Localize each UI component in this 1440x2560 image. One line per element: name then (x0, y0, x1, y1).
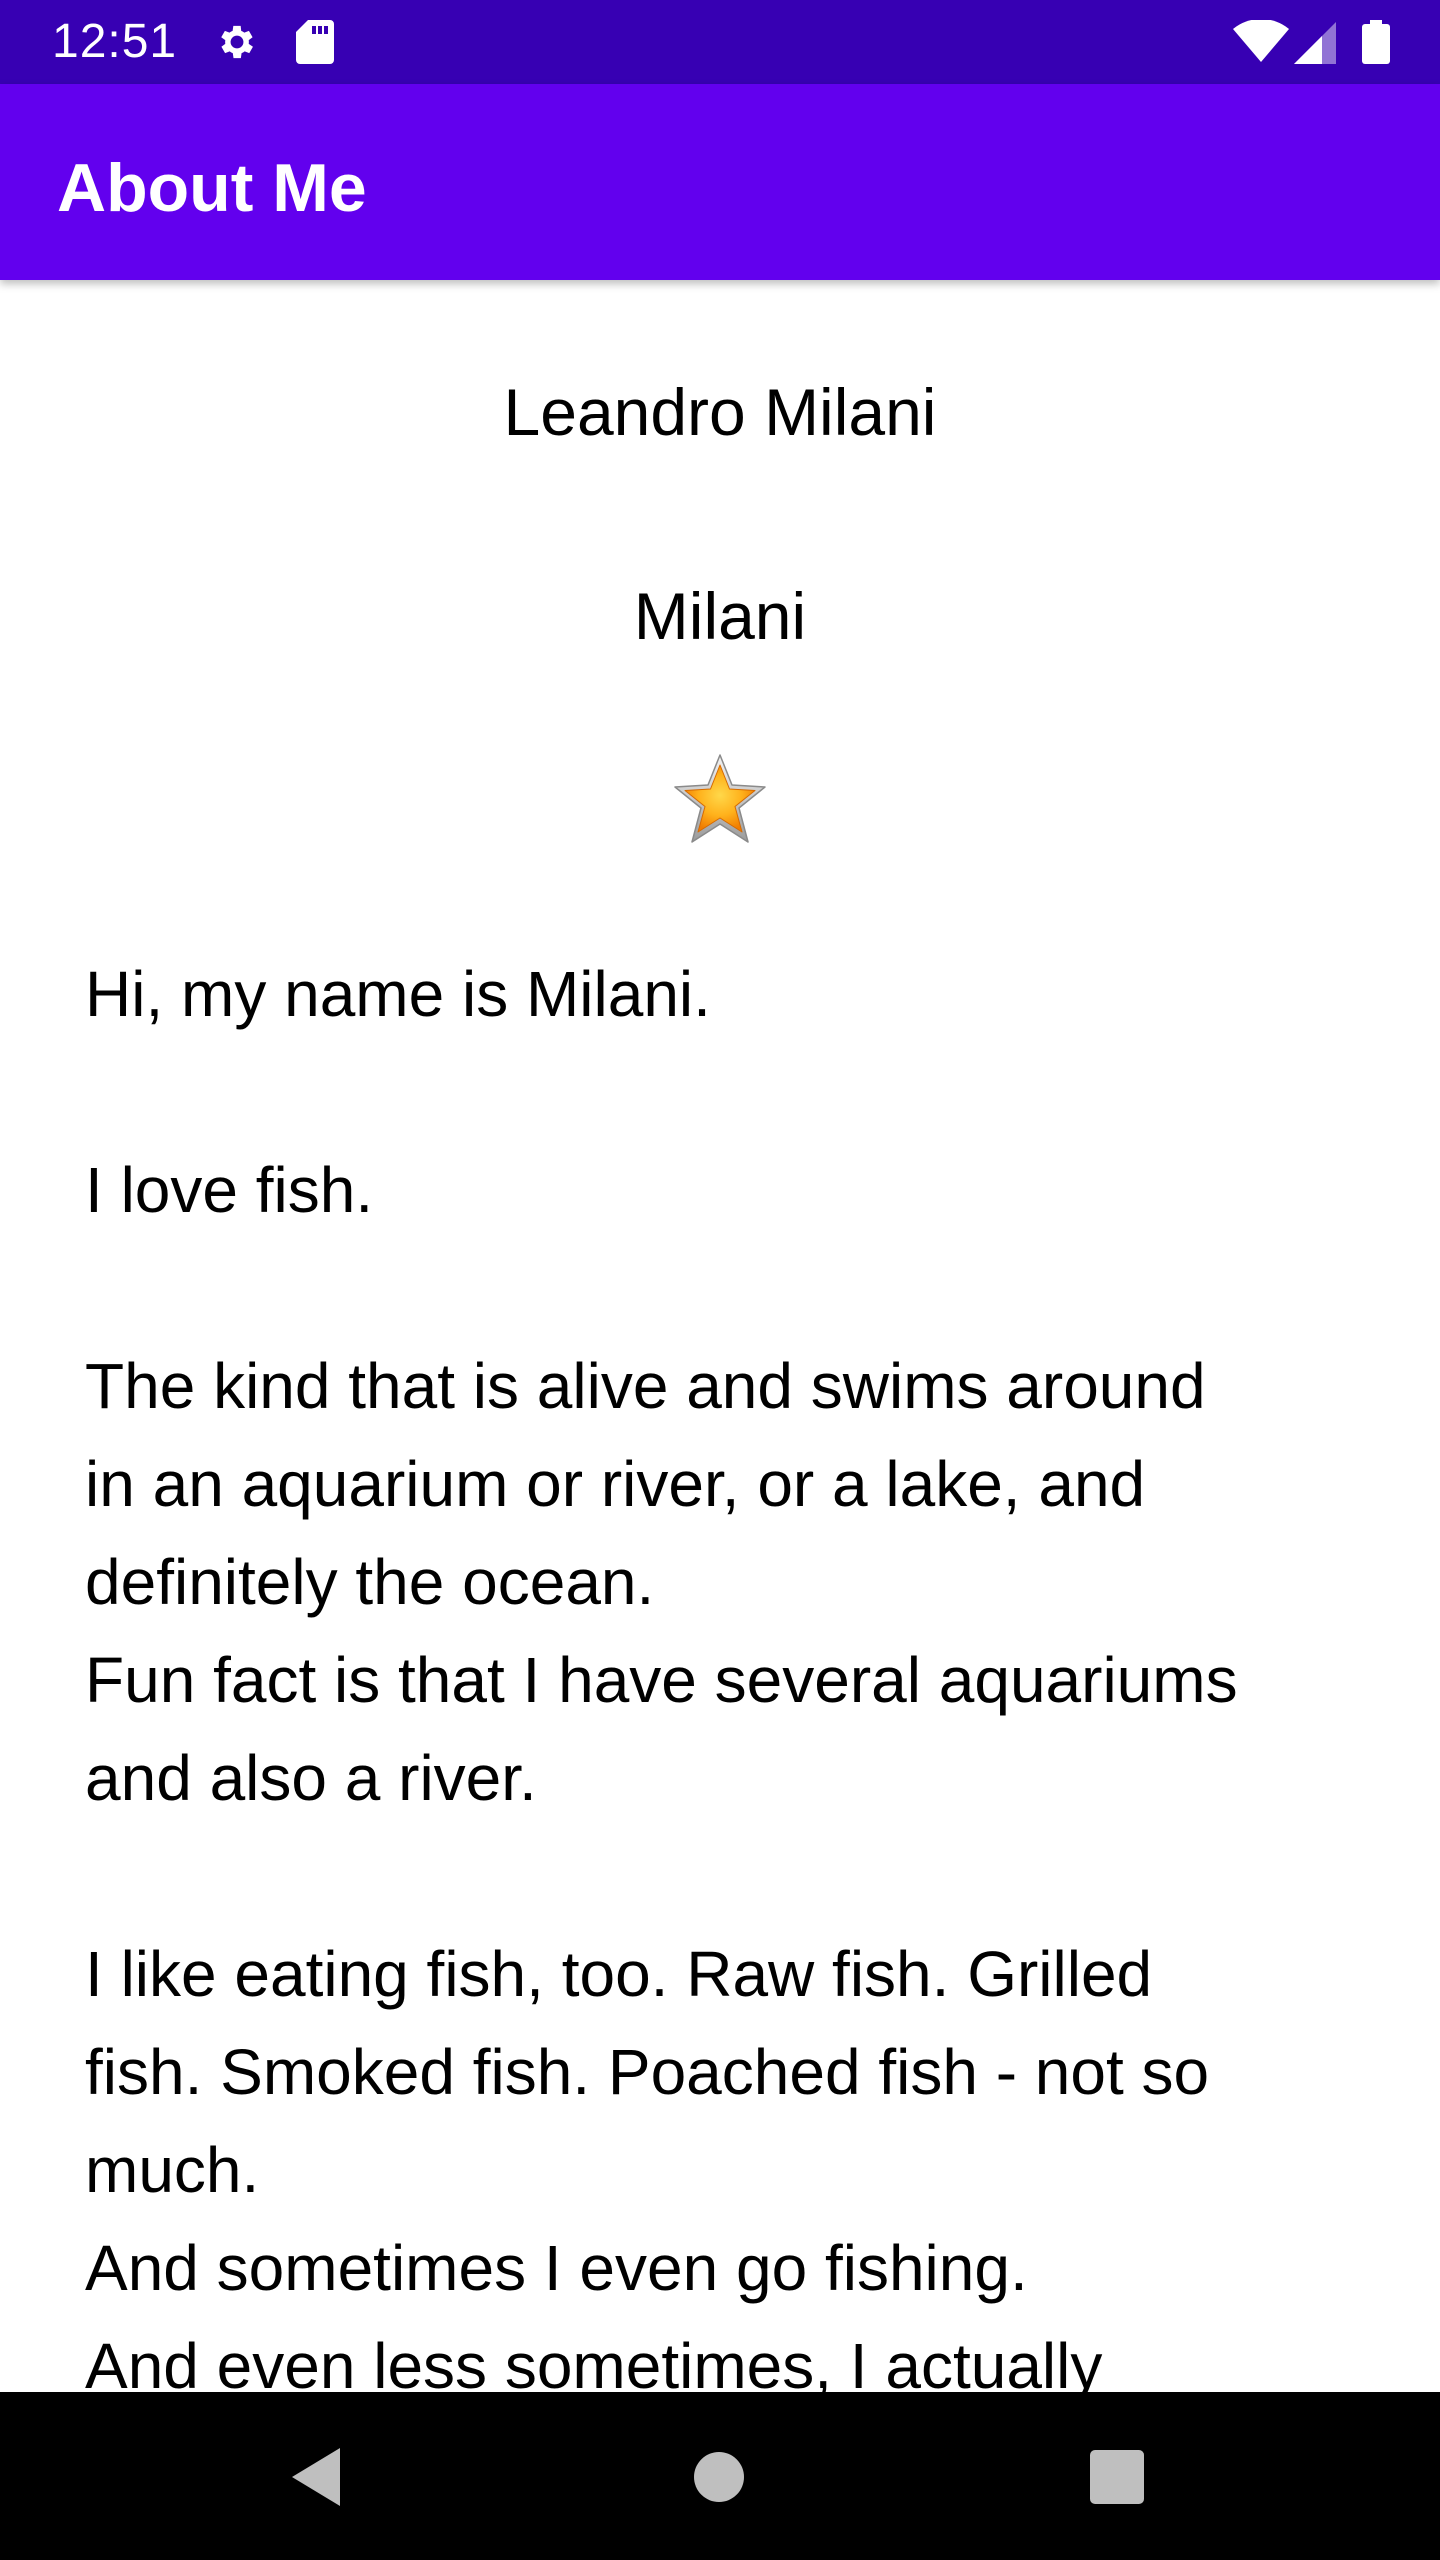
bio-line: much. (85, 2134, 260, 2206)
bio-line: in an aquarium or river, or a lake, and (85, 1448, 1146, 1520)
cell-signal-icon (1292, 20, 1338, 64)
battery-icon (1362, 20, 1390, 64)
bio-line (85, 1043, 1375, 1141)
app-bar: About Me (0, 84, 1440, 280)
bio-line (85, 1827, 1375, 1925)
nickname-text[interactable]: Milani (0, 576, 1440, 656)
status-bar: 12:51 (0, 0, 1440, 84)
bio-line: And sometimes I even go fishing. (85, 2232, 1028, 2304)
name-text: Leandro Milani (503, 375, 937, 449)
bio-line: Fun fact is that I have several aquarium… (85, 1644, 1238, 1716)
recents-square-icon[interactable] (1082, 2442, 1152, 2512)
bio-line: The kind that is alive and swims around (85, 1350, 1206, 1422)
bio-line: I love fish. (85, 1154, 374, 1226)
bio-line: fish. Smoked fish. Poached fish - not so (85, 2036, 1210, 2108)
home-circle-icon[interactable] (684, 2442, 754, 2512)
bio-line (85, 1239, 1375, 1337)
app-title: About Me (57, 150, 367, 226)
bio-line: And even less sometimes, I actually (85, 2330, 1103, 2392)
gear-icon (214, 20, 260, 64)
bio-text: Hi, my name is Milani. I love fish. The … (85, 945, 1375, 2392)
bio-line: and also a river. (85, 1742, 537, 1814)
about-me-content[interactable]: Leandro Milani Milani Hi, my name is Mil… (0, 280, 1440, 2392)
wifi-icon (1232, 20, 1290, 64)
bio-line: Hi, my name is Milani. (85, 958, 711, 1030)
bio-line: definitely the ocean. (85, 1546, 655, 1618)
sd-card-icon (296, 20, 334, 64)
bio-line: I like eating fish, too. Raw fish. Grill… (85, 1938, 1153, 2010)
star-icon (672, 752, 768, 848)
back-triangle-icon[interactable] (282, 2442, 352, 2512)
status-time: 12:51 (52, 15, 178, 68)
navigation-bar (0, 2392, 1440, 2560)
